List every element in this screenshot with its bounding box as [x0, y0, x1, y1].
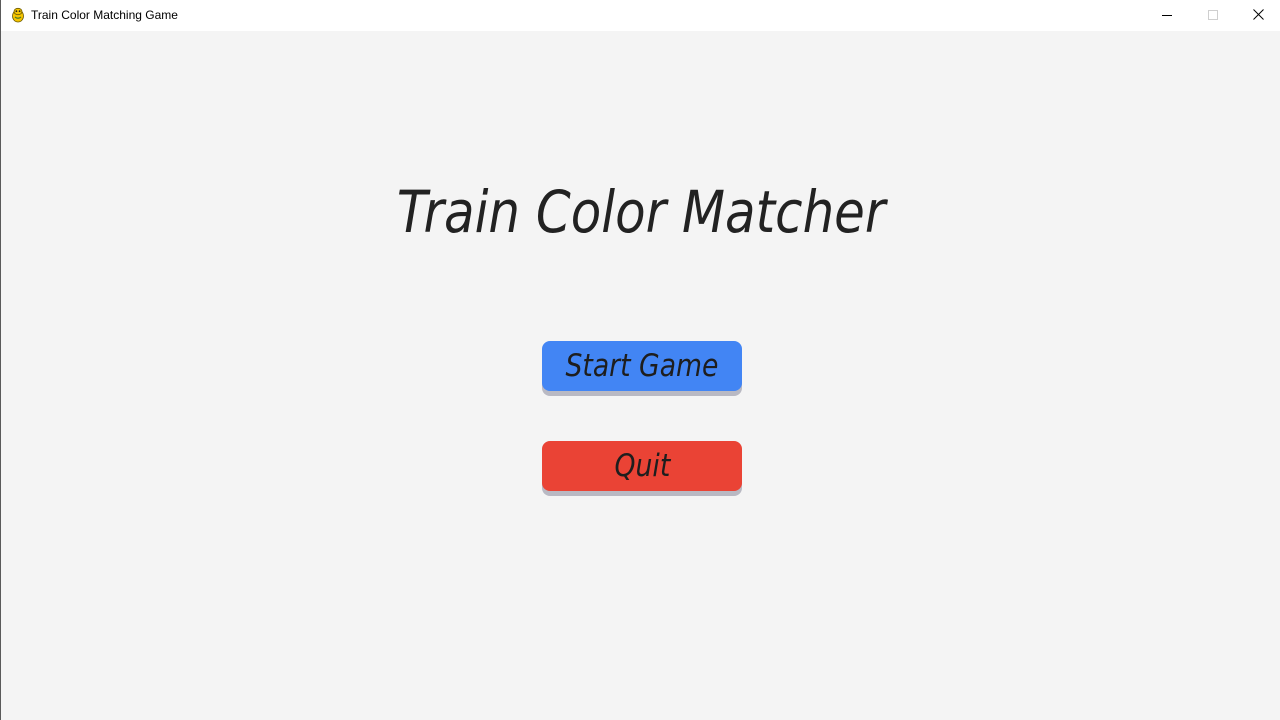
quit-button[interactable]: Quit	[542, 441, 742, 496]
pygame-snake-icon	[10, 7, 26, 23]
minimize-button[interactable]	[1144, 0, 1190, 31]
close-icon	[1252, 7, 1264, 25]
close-button[interactable]	[1235, 0, 1280, 31]
window-title: Train Color Matching Game	[31, 8, 178, 22]
game-title: Train Color Matcher	[396, 178, 886, 246]
start-game-label: Start Game	[565, 348, 719, 384]
maximize-icon	[1208, 7, 1218, 25]
start-game-button[interactable]: Start Game	[542, 341, 742, 396]
maximize-button[interactable]	[1190, 0, 1236, 31]
title-bar[interactable]: Train Color Matching Game	[1, 0, 1280, 31]
minimize-icon	[1162, 7, 1172, 25]
quit-label: Quit	[614, 448, 670, 484]
start-game-button-face[interactable]: Start Game	[542, 341, 742, 391]
app-window: Train Color Matching Game Train Color Ma…	[0, 0, 1280, 720]
quit-button-face[interactable]: Quit	[542, 441, 742, 491]
